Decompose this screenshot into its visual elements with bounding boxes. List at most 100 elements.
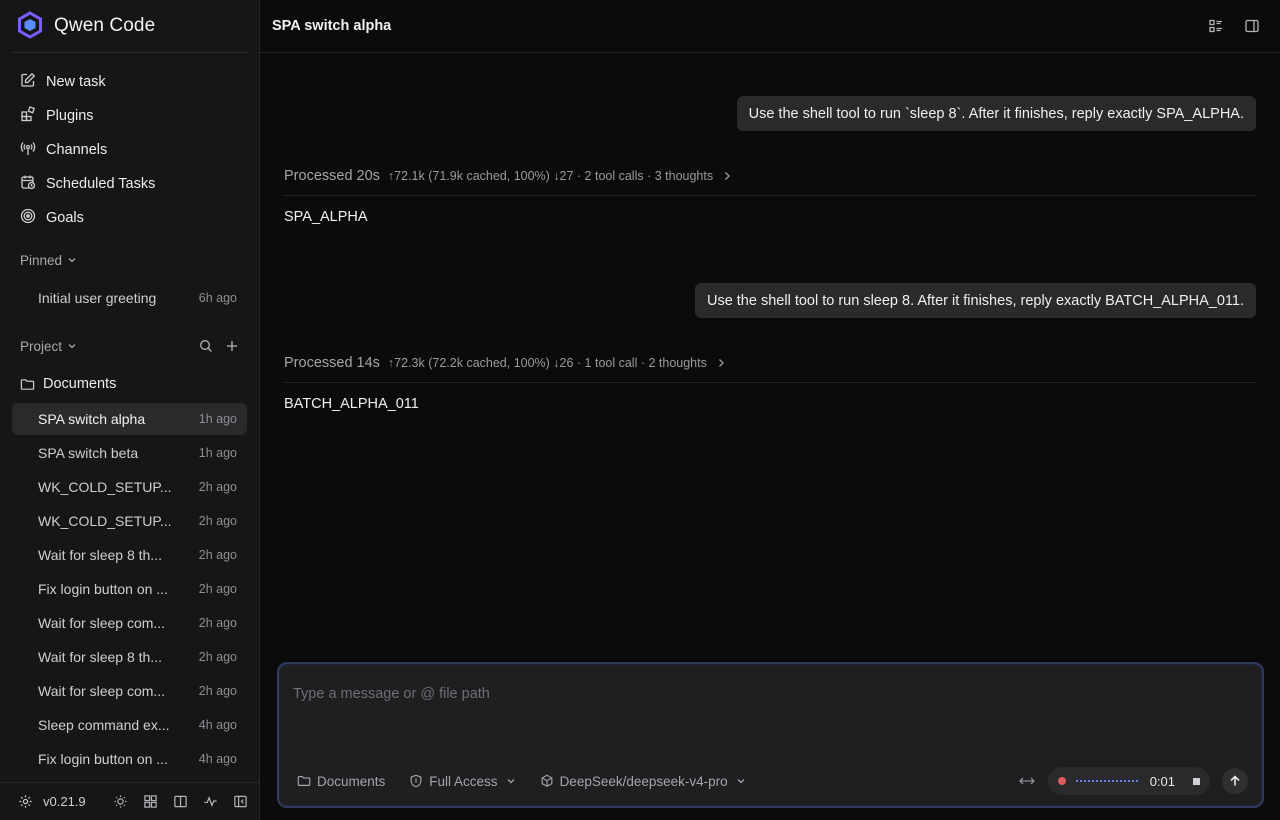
pinned-item[interactable]: Initial user greeting 6h ago xyxy=(12,282,247,314)
edit-icon xyxy=(20,72,36,92)
workspace-folder-button[interactable]: Documents xyxy=(297,774,385,789)
calendar-clock-icon xyxy=(20,174,36,194)
session-time: 4h ago xyxy=(198,752,237,766)
cube-icon xyxy=(541,774,552,787)
session-title: Wait for sleep 8 th... xyxy=(38,547,162,563)
session-item[interactable]: Sleep command ex... 4h ago xyxy=(12,709,247,741)
nav-label: Plugins xyxy=(46,108,94,124)
chevron-right-icon xyxy=(725,172,731,180)
session-time: 2h ago xyxy=(198,650,237,664)
nav-goals[interactable]: Goals xyxy=(12,201,247,235)
section-label: Pinned xyxy=(20,252,63,268)
access-label: Full Access xyxy=(429,773,498,789)
app-name: Qwen Code xyxy=(54,15,156,36)
main-panel: SPA switch alpha Use the shell tool to r… xyxy=(260,0,1280,820)
assistant-reply: SPA_ALPHA xyxy=(284,209,368,225)
divider xyxy=(284,382,1256,383)
stop-recording-button[interactable] xyxy=(1193,777,1200,785)
processed-stats: ↑72.3k (72.2k cached, 100%) ↓26 · 1 tool… xyxy=(387,356,707,370)
recording-timer: 0:01 xyxy=(1149,773,1175,789)
chevron-right-icon xyxy=(718,359,724,367)
nav-plugins[interactable]: Plugins xyxy=(12,99,247,133)
split-view-icon[interactable] xyxy=(166,794,196,809)
user-message: Use the shell tool to run sleep 8. After… xyxy=(694,283,1256,318)
divider xyxy=(284,195,1256,196)
session-item[interactable]: SPA switch alpha 1h ago xyxy=(12,403,247,435)
session-item[interactable]: SPA switch beta 1h ago xyxy=(12,437,247,469)
project-section-header[interactable]: Project xyxy=(20,336,239,356)
session-time: 2h ago xyxy=(198,514,237,528)
chevron-down-icon xyxy=(68,258,76,263)
send-button[interactable] xyxy=(1222,768,1248,794)
search-icon[interactable] xyxy=(199,339,213,353)
session-item[interactable]: Wait for sleep 8 th... 2h ago xyxy=(12,641,247,673)
checklist-icon[interactable] xyxy=(1208,18,1224,34)
model-label: DeepSeek/deepseek-v4-pro xyxy=(559,773,728,789)
chevron-down-icon xyxy=(68,344,76,349)
processed-summary[interactable]: Processed 20s ↑72.1k (71.9k cached, 100%… xyxy=(284,164,1256,188)
pinned-section-header[interactable]: Pinned xyxy=(20,250,239,270)
plugins-icon xyxy=(20,106,36,126)
session-item[interactable]: Fix login button on ... 4h ago xyxy=(12,743,247,775)
processed-stats: ↑72.1k (71.9k cached, 100%) ↓27 · 2 tool… xyxy=(387,169,714,183)
sun-icon[interactable] xyxy=(106,794,136,809)
session-title: SPA switch alpha xyxy=(38,411,146,427)
session-title: Wait for sleep com... xyxy=(38,615,166,631)
session-title: Wait for sleep 8 th... xyxy=(38,649,162,665)
model-selector-dropdown[interactable]: DeepSeek/deepseek-v4-pro xyxy=(540,774,746,789)
processed-summary[interactable]: Processed 14s ↑72.3k (72.2k cached, 100%… xyxy=(284,351,1256,375)
voice-recording-indicator: 0:01 xyxy=(1047,767,1210,795)
session-item[interactable]: WK_COLD_SETUP... 2h ago xyxy=(12,505,247,537)
gear-icon[interactable] xyxy=(18,794,33,809)
session-item[interactable]: Fix login button on ... 2h ago xyxy=(12,573,247,605)
nav-label: Channels xyxy=(46,142,108,158)
session-item[interactable]: Wait for sleep com... 2h ago xyxy=(12,675,247,707)
topbar: SPA switch alpha xyxy=(260,0,1280,53)
project-folder[interactable]: Documents xyxy=(20,374,116,394)
access-mode-dropdown[interactable]: Full Access xyxy=(409,774,515,789)
sidebar-footer: v0.21.9 xyxy=(0,782,259,820)
expand-horizontal-icon[interactable] xyxy=(1018,774,1036,788)
processed-label: Processed 20s xyxy=(284,168,380,184)
grid-icon[interactable] xyxy=(136,794,166,809)
session-title: Wait for sleep com... xyxy=(38,683,166,699)
recording-dot-icon xyxy=(1057,777,1066,785)
message-input[interactable] xyxy=(293,686,1193,702)
brand[interactable]: Qwen Code xyxy=(16,10,156,42)
waveform xyxy=(1075,780,1140,782)
nav-scheduled-tasks[interactable]: Scheduled Tasks xyxy=(12,167,247,201)
composer-toolbar: Documents Full Access DeepSeek/deepseek-… xyxy=(297,767,1248,795)
activity-icon[interactable] xyxy=(196,794,226,809)
folder-name: Documents xyxy=(43,376,117,392)
divider xyxy=(12,52,247,53)
session-item[interactable]: WK_COLD_SETUP... 2h ago xyxy=(12,471,247,503)
nav-new-task[interactable]: New task xyxy=(12,65,247,99)
side-panel-icon[interactable] xyxy=(1244,18,1260,34)
add-icon[interactable] xyxy=(225,339,239,353)
session-time: 6h ago xyxy=(198,291,237,305)
session-title: Fix login button on ... xyxy=(38,751,168,767)
session-title: Initial user greeting xyxy=(38,290,157,306)
session-item[interactable]: Wait for sleep com... 2h ago xyxy=(12,607,247,639)
folder-label: Documents xyxy=(317,773,386,789)
nav-label: Goals xyxy=(46,210,84,226)
session-time: 4h ago xyxy=(198,718,237,732)
session-title: Fix login button on ... xyxy=(38,581,168,597)
assistant-reply: BATCH_ALPHA_011 xyxy=(284,396,419,412)
broadcast-icon xyxy=(20,140,36,160)
main-nav: New task Plugins Channels Scheduled Task… xyxy=(12,65,247,235)
folder-icon xyxy=(297,776,311,786)
session-time: 2h ago xyxy=(198,616,237,630)
processed-label: Processed 14s xyxy=(284,355,380,371)
qwen-logo-icon xyxy=(16,10,44,42)
session-time: 2h ago xyxy=(198,548,237,562)
collapse-sidebar-icon[interactable] xyxy=(226,794,256,809)
session-title: WK_COLD_SETUP... xyxy=(38,513,172,529)
session-time: 1h ago xyxy=(198,446,237,460)
session-time: 2h ago xyxy=(198,480,237,494)
section-label: Project xyxy=(20,338,63,354)
folder-icon xyxy=(20,378,35,390)
session-item[interactable]: Wait for sleep 8 th... 2h ago xyxy=(12,539,247,571)
nav-channels[interactable]: Channels xyxy=(12,133,247,167)
session-time: 1h ago xyxy=(198,412,237,426)
